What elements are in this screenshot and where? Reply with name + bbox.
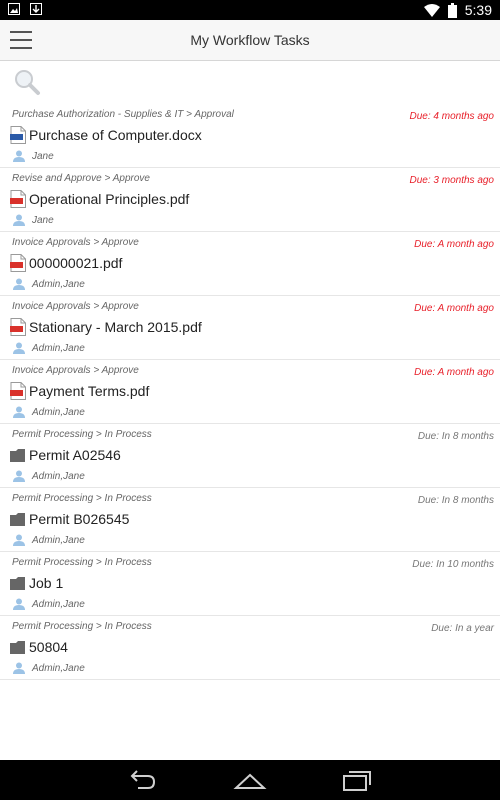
user-icon	[13, 214, 25, 226]
user-icon	[13, 662, 25, 674]
task-item[interactable]: Permit Processing > In Process Due: In a …	[0, 616, 500, 680]
home-icon[interactable]	[233, 768, 267, 792]
task-due-date: Due: A month ago	[414, 303, 494, 314]
pdf-icon	[10, 254, 26, 272]
folder-icon	[10, 513, 25, 526]
recent-apps-icon[interactable]	[340, 768, 374, 792]
task-due-date: Due: In a year	[431, 623, 494, 634]
clock: 5:39	[464, 2, 492, 18]
task-assignee: Admin,Jane	[32, 471, 85, 482]
task-due-date: Due: A month ago	[414, 239, 494, 250]
navigation-bar	[0, 760, 500, 800]
task-name: Job 1	[29, 575, 64, 591]
task-item[interactable]: Invoice Approvals > Approve Due: A month …	[0, 232, 500, 296]
pdf-icon	[10, 318, 26, 336]
status-bar: 5:39	[0, 0, 500, 20]
user-icon	[13, 150, 25, 162]
task-item[interactable]: Invoice Approvals > Approve Due: A month …	[0, 360, 500, 424]
task-item[interactable]: Purchase Authorization - Supplies & IT >…	[0, 104, 500, 168]
task-item[interactable]: Invoice Approvals > Approve Due: A month …	[0, 296, 500, 360]
task-workflow-path: Permit Processing > In Process	[12, 621, 152, 632]
folder-icon	[10, 641, 25, 654]
task-assignee: Admin,Jane	[32, 343, 85, 354]
task-due-date: Due: In 8 months	[417, 495, 494, 506]
battery-icon	[447, 2, 457, 18]
task-item[interactable]: Revise and Approve > Approve Due: 3 month…	[0, 168, 500, 232]
task-assignee: Jane	[32, 215, 54, 226]
task-name: Operational Principles.pdf	[29, 191, 190, 207]
task-name: 000000021.pdf	[29, 255, 123, 271]
user-icon	[13, 342, 25, 354]
task-due-date: Due: In 10 months	[412, 559, 494, 570]
task-list: Purchase Authorization - Supplies & IT >…	[0, 104, 500, 680]
search-icon[interactable]	[13, 68, 41, 96]
task-assignee: Admin,Jane	[32, 279, 85, 290]
task-due-date: Due: In 8 months	[417, 431, 494, 442]
task-assignee: Jane	[32, 151, 54, 162]
task-workflow-path: Permit Processing > In Process	[12, 493, 152, 504]
page-title: My Workflow Tasks	[190, 32, 310, 48]
pdf-icon	[10, 382, 26, 400]
pdf-icon	[10, 190, 26, 208]
task-name: Permit B026545	[29, 511, 130, 527]
folder-icon	[10, 577, 25, 590]
task-workflow-path: Invoice Approvals > Approve	[12, 237, 139, 248]
task-workflow-path: Permit Processing > In Process	[12, 557, 152, 568]
task-workflow-path: Purchase Authorization - Supplies & IT >…	[12, 109, 234, 120]
task-name: Purchase of Computer.docx	[29, 127, 202, 143]
task-name: Permit A02546	[29, 447, 121, 463]
task-item[interactable]: Permit Processing > In Process Due: In 8 …	[0, 424, 500, 488]
docx-icon	[10, 126, 26, 144]
user-icon	[13, 534, 25, 546]
task-assignee: Admin,Jane	[32, 535, 85, 546]
task-name: Payment Terms.pdf	[29, 383, 150, 399]
image-notification-icon	[8, 3, 20, 15]
task-workflow-path: Invoice Approvals > Approve	[12, 301, 139, 312]
task-assignee: Admin,Jane	[32, 407, 85, 418]
task-workflow-path: Invoice Approvals > Approve	[12, 365, 139, 376]
task-item[interactable]: Permit Processing > In Process Due: In 10…	[0, 552, 500, 616]
task-name: 50804	[29, 639, 68, 655]
task-due-date: Due: A month ago	[414, 367, 494, 378]
app-bar: My Workflow Tasks	[0, 20, 500, 61]
task-workflow-path: Revise and Approve > Approve	[12, 173, 150, 184]
download-notification-icon	[30, 3, 42, 15]
task-name: Stationary - March 2015.pdf	[29, 319, 202, 335]
user-icon	[13, 406, 25, 418]
user-icon	[13, 278, 25, 290]
menu-icon[interactable]	[10, 31, 32, 49]
task-assignee: Admin,Jane	[32, 599, 85, 610]
back-icon[interactable]	[126, 768, 160, 792]
task-due-date: Due: 4 months ago	[409, 111, 495, 122]
folder-icon	[10, 449, 25, 462]
user-icon	[13, 470, 25, 482]
user-icon	[13, 598, 25, 610]
task-assignee: Admin,Jane	[32, 663, 85, 674]
task-item[interactable]: Permit Processing > In Process Due: In 8 …	[0, 488, 500, 552]
task-due-date: Due: 3 months ago	[409, 175, 495, 186]
wifi-icon	[423, 3, 440, 17]
task-workflow-path: Permit Processing > In Process	[12, 429, 152, 440]
